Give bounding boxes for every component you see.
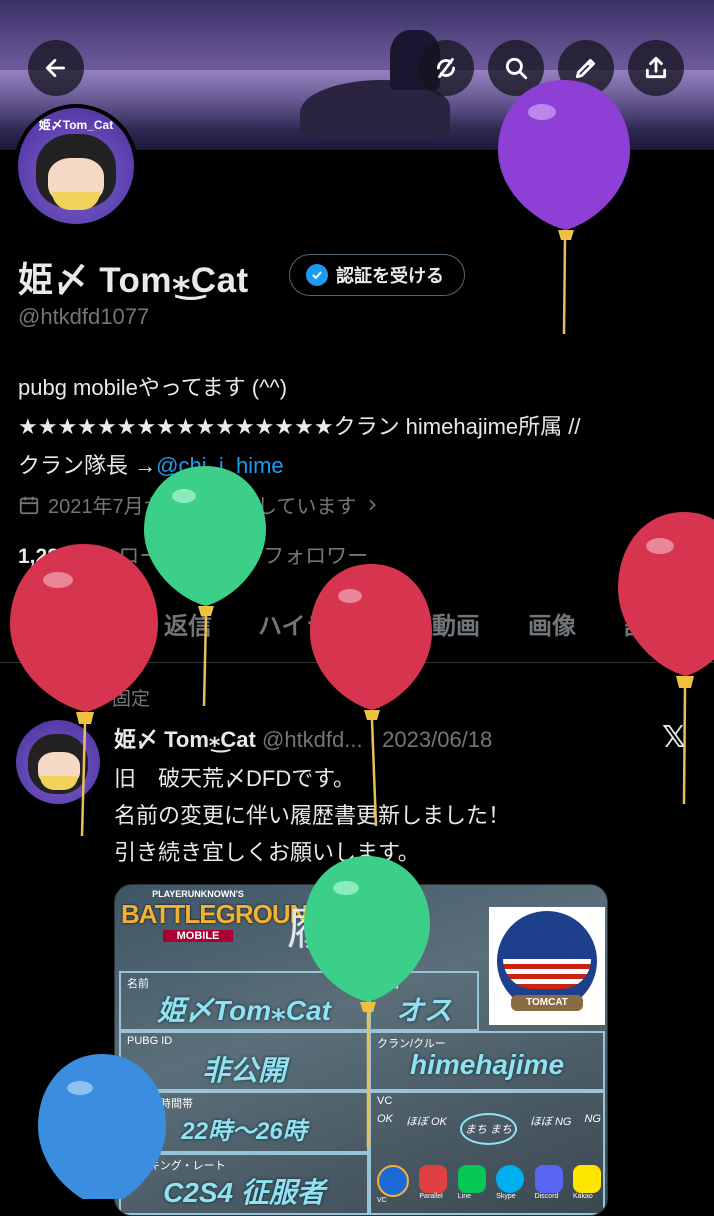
avatar-image: 姫〆Tom_Cat [18, 108, 134, 224]
vc-option-mostly-ng: ほぼ NG [529, 1116, 572, 1128]
joined-date[interactable]: 2021年7月からXを利用しています [18, 490, 380, 519]
edit-button[interactable] [558, 40, 614, 96]
search-button[interactable] [488, 40, 544, 96]
post-image[interactable]: PLAYERUNKNOWN'S BATTLEGROUNDS MOBILE 履歴書… [114, 884, 608, 1216]
vc-option-depends: まち まち [459, 1113, 517, 1145]
share-button[interactable] [628, 40, 684, 96]
verified-badge-icon [306, 264, 328, 286]
profile-handle: @htkdfd1077 [18, 304, 150, 329]
following-link[interactable]: 1,289 フォロー中 [18, 545, 181, 568]
following-count: 1,289 [18, 545, 71, 568]
app-skype: Skype [496, 1165, 525, 1204]
get-verified-label: 認証を受ける [336, 266, 444, 286]
search-icon [505, 57, 528, 80]
app-kakao: Kakao [572, 1165, 601, 1204]
field-pubg-id-label: PUBG ID [127, 1035, 173, 1047]
sync-button[interactable] [418, 40, 474, 96]
field-rank: ランキング・レート C2S4 征服者 [119, 1153, 369, 1215]
vc-scale: OK ほぼ OK まち まち ほぼ NG NG [377, 1113, 601, 1145]
vc-option-ng: NG [584, 1113, 601, 1125]
pubg-logo-big: BATTLEGROUNDS [121, 899, 343, 929]
profile-name: 姫〆 Tom⁎͜Cat [18, 261, 249, 300]
pubg-logo-small: PLAYERUNKNOWN'S [152, 889, 244, 899]
avatar-mouth [52, 192, 100, 210]
pinned-indicator: 固定 [80, 684, 150, 711]
joined-text: 2021年7月からXを利用しています [48, 496, 357, 518]
profile-tabs: ポスト 返信 ハイライト 動画 画像 記事 [0, 590, 714, 663]
field-vc: VC OK ほぼ OK まち まち ほぼ NG NG VC Parallel L… [369, 1091, 605, 1215]
pubg-logo-mobile: MOBILE [163, 930, 233, 942]
app-line: Line [457, 1165, 486, 1204]
chevron-right-icon [369, 499, 377, 510]
field-pubg-id-value: 非公開 [201, 1055, 286, 1086]
tab-images[interactable]: 画像 [528, 606, 576, 641]
profile-bio: pubg mobileやってます (^^) ★★★★★★★★★★★★★★★★クラ… [18, 368, 708, 485]
get-verified-button[interactable]: 認証を受ける [289, 254, 465, 296]
share-icon [645, 56, 667, 79]
field-pubg-id: PUBG ID 非公開 [119, 1031, 369, 1091]
post-handle-date[interactable]: @htkdfd... · 2023/06/18 [262, 727, 492, 752]
tomcat-label: TOMCAT [511, 995, 583, 1011]
app-discord: Discord [534, 1165, 563, 1204]
pinned-label: 固定 [112, 689, 151, 710]
pin-icon [83, 690, 95, 705]
tomcat-emblem: TOMCAT [489, 907, 605, 1025]
back-button[interactable] [28, 40, 84, 96]
app-icons: VC Parallel Line Skype Discord Kakao [377, 1165, 601, 1204]
avatar-text: 姫〆Tom_Cat [38, 118, 114, 132]
app-vc: VC [377, 1165, 409, 1204]
follow-stats: 1,289 フォロー中 1,088 フォロワー [18, 540, 368, 570]
pubg-logo: PLAYERUNKNOWN'S BATTLEGROUNDS MOBILE [121, 889, 343, 959]
field-gender: 性別 オス [369, 971, 479, 1031]
tab-highlights[interactable]: ハイライト [258, 606, 378, 641]
tab-replies[interactable]: 返信 [164, 606, 212, 641]
bio-line-2: ★★★★★★★★★★★★★★★★クラン himehajime所属 // [18, 414, 581, 439]
followers-label: フォロワー [263, 545, 369, 568]
field-play-time: プレイ時間帯 22時〜26時 [119, 1091, 369, 1153]
field-clan: クラン/クルー himehajime [369, 1031, 605, 1091]
vc-option-mostly-ok: ほぼ OK [405, 1116, 447, 1128]
tab-posts[interactable]: ポスト [42, 606, 114, 641]
tab-articles[interactable]: 記事 [624, 606, 672, 641]
bio-line-1: pubg mobileやってます (^^) [18, 375, 288, 400]
post-author-name[interactable]: 姫〆 Tom⁎͜Cat [114, 727, 256, 752]
sync-off-icon [437, 57, 455, 79]
followers-count: 1,088 [204, 545, 258, 568]
following-label: フォロー中 [76, 545, 182, 568]
field-name-value: 姫〆Tom⁎Cat [157, 995, 331, 1026]
edit-icon [575, 59, 595, 79]
field-clan-value: himehajime [409, 1049, 565, 1080]
active-tab-indicator [42, 656, 130, 661]
back-arrow-icon [45, 59, 65, 77]
field-rank-value: C2S4 征服者 [163, 1177, 325, 1208]
tab-videos[interactable]: 動画 [432, 606, 480, 641]
post-author-avatar[interactable] [16, 720, 100, 804]
x-logo-icon[interactable]: 𝕏 [662, 720, 686, 755]
field-gender-value: オス [395, 995, 452, 1026]
vc-option-ok: OK [377, 1113, 393, 1125]
post-header: 姫〆 Tom⁎͜Cat @htkdfd... · 2023/06/18 [114, 722, 492, 754]
field-vc-label: VC [377, 1095, 393, 1107]
followers-link[interactable]: 1,088 フォロワー [205, 545, 368, 568]
bio-line-3: クラン隊長 →@chi_i_hime [18, 446, 708, 485]
field-play-time-value: 22時〜26時 [181, 1118, 307, 1145]
field-play-time-label: プレイ時間帯 [127, 1098, 193, 1110]
app-parallel: Parallel [419, 1165, 448, 1204]
resume-title: 履歴書 [287, 904, 428, 955]
calendar-icon [19, 496, 39, 514]
bio-mention-link[interactable]: @chi_i_hime [156, 453, 284, 478]
bio-line-3-prefix: クラン隊長 → [18, 453, 157, 478]
post-text: 旧 破天荒〆DFDです。 名前の変更に伴い履歴書更新しました！ 引き続き宜しくお… [114, 766, 511, 865]
field-name: 名前 姫〆Tom⁎Cat [119, 971, 369, 1031]
profile-avatar[interactable]: 姫〆Tom_Cat [14, 104, 138, 228]
